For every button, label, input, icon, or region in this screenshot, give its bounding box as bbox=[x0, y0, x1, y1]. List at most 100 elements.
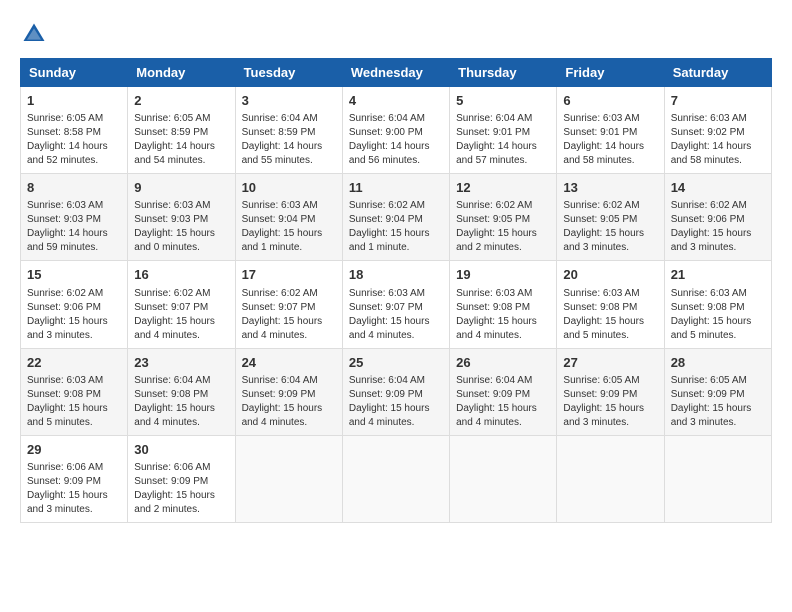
day-number: 22 bbox=[27, 354, 121, 372]
day-number: 12 bbox=[456, 179, 550, 197]
calendar-cell: 3 Sunrise: 6:04 AMSunset: 8:59 PMDaylight… bbox=[235, 87, 342, 174]
day-number: 16 bbox=[134, 266, 228, 284]
day-number: 17 bbox=[242, 266, 336, 284]
day-number: 1 bbox=[27, 92, 121, 110]
calendar-cell: 27 Sunrise: 6:05 AMSunset: 9:09 PMDayligh… bbox=[557, 348, 664, 435]
calendar-cell: 7 Sunrise: 6:03 AMSunset: 9:02 PMDaylight… bbox=[664, 87, 771, 174]
cell-info: Sunrise: 6:03 AMSunset: 9:02 PMDaylight:… bbox=[671, 113, 752, 166]
day-number: 23 bbox=[134, 354, 228, 372]
day-number: 2 bbox=[134, 92, 228, 110]
calendar-week-row: 1 Sunrise: 6:05 AMSunset: 8:58 PMDaylight… bbox=[21, 87, 772, 174]
day-number: 25 bbox=[349, 354, 443, 372]
calendar-cell: 20 Sunrise: 6:03 AMSunset: 9:08 PMDayligh… bbox=[557, 261, 664, 348]
day-number: 19 bbox=[456, 266, 550, 284]
day-number: 6 bbox=[563, 92, 657, 110]
calendar-cell: 8 Sunrise: 6:03 AMSunset: 9:03 PMDaylight… bbox=[21, 174, 128, 261]
calendar-cell: 15 Sunrise: 6:02 AMSunset: 9:06 PMDayligh… bbox=[21, 261, 128, 348]
day-of-week-header: Thursday bbox=[450, 59, 557, 87]
day-number: 4 bbox=[349, 92, 443, 110]
calendar-cell: 13Sunrise: 6:02 AMSunset: 9:05 PMDayligh… bbox=[557, 174, 664, 261]
day-number: 10 bbox=[242, 179, 336, 197]
cell-info: Sunrise: 6:04 AMSunset: 9:09 PMDaylight:… bbox=[349, 375, 430, 428]
day-number: 9 bbox=[134, 179, 228, 197]
day-number: 14 bbox=[671, 179, 765, 197]
day-of-week-header: Monday bbox=[128, 59, 235, 87]
day-number: 29 bbox=[27, 441, 121, 459]
calendar-cell: 26 Sunrise: 6:04 AMSunset: 9:09 PMDayligh… bbox=[450, 348, 557, 435]
day-number: 3 bbox=[242, 92, 336, 110]
calendar-header-row: SundayMondayTuesdayWednesdayThursdayFrid… bbox=[21, 59, 772, 87]
day-number: 27 bbox=[563, 354, 657, 372]
cell-info: Sunrise: 6:04 AMSunset: 9:09 PMDaylight:… bbox=[456, 375, 537, 428]
calendar-cell: 17 Sunrise: 6:02 AMSunset: 9:07 PMDayligh… bbox=[235, 261, 342, 348]
calendar-cell: 12 Sunrise: 6:02 AMSunset: 9:05 PMDayligh… bbox=[450, 174, 557, 261]
day-number: 13 bbox=[563, 179, 657, 197]
cell-info: Sunrise: 6:03 AMSunset: 9:08 PMDaylight:… bbox=[671, 288, 752, 341]
calendar-week-row: 15 Sunrise: 6:02 AMSunset: 9:06 PMDayligh… bbox=[21, 261, 772, 348]
cell-info: Sunrise: 6:02 AMSunset: 9:04 PMDaylight:… bbox=[349, 200, 430, 253]
cell-info: Sunrise: 6:04 AMSunset: 8:59 PMDaylight:… bbox=[242, 113, 323, 166]
cell-info: Sunrise: 6:05 AMSunset: 9:09 PMDaylight:… bbox=[563, 375, 644, 428]
day-number: 18 bbox=[349, 266, 443, 284]
calendar-cell: 21Sunrise: 6:03 AMSunset: 9:08 PMDayligh… bbox=[664, 261, 771, 348]
calendar-cell: 24Sunrise: 6:04 AMSunset: 9:09 PMDayligh… bbox=[235, 348, 342, 435]
cell-info: Sunrise: 6:03 AMSunset: 9:07 PMDaylight:… bbox=[349, 288, 430, 341]
day-number: 7 bbox=[671, 92, 765, 110]
cell-info: Sunrise: 6:03 AMSunset: 9:03 PMDaylight:… bbox=[27, 200, 108, 253]
cell-info: Sunrise: 6:02 AMSunset: 9:06 PMDaylight:… bbox=[27, 288, 108, 341]
cell-info: Sunrise: 6:03 AMSunset: 9:04 PMDaylight:… bbox=[242, 200, 323, 253]
calendar-cell: 16Sunrise: 6:02 AMSunset: 9:07 PMDayligh… bbox=[128, 261, 235, 348]
calendar-cell: 2 Sunrise: 6:05 AMSunset: 8:59 PMDaylight… bbox=[128, 87, 235, 174]
cell-info: Sunrise: 6:04 AMSunset: 9:00 PMDaylight:… bbox=[349, 113, 430, 166]
calendar-cell bbox=[450, 435, 557, 522]
cell-info: Sunrise: 6:04 AMSunset: 9:08 PMDaylight:… bbox=[134, 375, 215, 428]
calendar-cell: 18 Sunrise: 6:03 AMSunset: 9:07 PMDayligh… bbox=[342, 261, 449, 348]
calendar-cell: 4 Sunrise: 6:04 AMSunset: 9:00 PMDaylight… bbox=[342, 87, 449, 174]
calendar-cell: 28 Sunrise: 6:05 AMSunset: 9:09 PMDayligh… bbox=[664, 348, 771, 435]
cell-info: Sunrise: 6:02 AMSunset: 9:05 PMDaylight:… bbox=[456, 200, 537, 253]
day-number: 11 bbox=[349, 179, 443, 197]
calendar-cell: 14Sunrise: 6:02 AMSunset: 9:06 PMDayligh… bbox=[664, 174, 771, 261]
day-number: 20 bbox=[563, 266, 657, 284]
day-number: 30 bbox=[134, 441, 228, 459]
calendar-cell: 6 Sunrise: 6:03 AMSunset: 9:01 PMDaylight… bbox=[557, 87, 664, 174]
calendar-cell: 22Sunrise: 6:03 AMSunset: 9:08 PMDayligh… bbox=[21, 348, 128, 435]
calendar-cell: 1 Sunrise: 6:05 AMSunset: 8:58 PMDaylight… bbox=[21, 87, 128, 174]
calendar-cell: 25 Sunrise: 6:04 AMSunset: 9:09 PMDayligh… bbox=[342, 348, 449, 435]
calendar-cell bbox=[235, 435, 342, 522]
day-of-week-header: Saturday bbox=[664, 59, 771, 87]
cell-info: Sunrise: 6:03 AMSunset: 9:01 PMDaylight:… bbox=[563, 113, 644, 166]
calendar-cell: 11 Sunrise: 6:02 AMSunset: 9:04 PMDayligh… bbox=[342, 174, 449, 261]
cell-info: Sunrise: 6:05 AMSunset: 9:09 PMDaylight:… bbox=[671, 375, 752, 428]
day-number: 26 bbox=[456, 354, 550, 372]
cell-info: Sunrise: 6:03 AMSunset: 9:03 PMDaylight:… bbox=[134, 200, 215, 253]
day-of-week-header: Sunday bbox=[21, 59, 128, 87]
calendar-cell: 9 Sunrise: 6:03 AMSunset: 9:03 PMDaylight… bbox=[128, 174, 235, 261]
calendar-cell: 30 Sunrise: 6:06 AMSunset: 9:09 PMDayligh… bbox=[128, 435, 235, 522]
calendar-cell: 19 Sunrise: 6:03 AMSunset: 9:08 PMDayligh… bbox=[450, 261, 557, 348]
calendar-week-row: 29 Sunrise: 6:06 AMSunset: 9:09 PMDayligh… bbox=[21, 435, 772, 522]
page-header bbox=[20, 20, 772, 48]
day-number: 28 bbox=[671, 354, 765, 372]
calendar-cell bbox=[342, 435, 449, 522]
cell-info: Sunrise: 6:03 AMSunset: 9:08 PMDaylight:… bbox=[456, 288, 537, 341]
cell-info: Sunrise: 6:03 AMSunset: 9:08 PMDaylight:… bbox=[563, 288, 644, 341]
calendar-cell bbox=[664, 435, 771, 522]
calendar-cell: 5Sunrise: 6:04 AMSunset: 9:01 PMDaylight… bbox=[450, 87, 557, 174]
day-number: 15 bbox=[27, 266, 121, 284]
day-number: 8 bbox=[27, 179, 121, 197]
logo-icon bbox=[20, 20, 48, 48]
calendar-table: SundayMondayTuesdayWednesdayThursdayFrid… bbox=[20, 58, 772, 523]
calendar-cell bbox=[557, 435, 664, 522]
cell-info: Sunrise: 6:06 AMSunset: 9:09 PMDaylight:… bbox=[27, 462, 108, 515]
day-of-week-header: Friday bbox=[557, 59, 664, 87]
calendar-cell: 29 Sunrise: 6:06 AMSunset: 9:09 PMDayligh… bbox=[21, 435, 128, 522]
cell-info: Sunrise: 6:05 AMSunset: 8:59 PMDaylight:… bbox=[134, 113, 215, 166]
cell-info: Sunrise: 6:02 AMSunset: 9:07 PMDaylight:… bbox=[242, 288, 323, 341]
cell-info: Sunrise: 6:04 AMSunset: 9:09 PMDaylight:… bbox=[242, 375, 323, 428]
day-of-week-header: Wednesday bbox=[342, 59, 449, 87]
day-of-week-header: Tuesday bbox=[235, 59, 342, 87]
cell-info: Sunrise: 6:06 AMSunset: 9:09 PMDaylight:… bbox=[134, 462, 215, 515]
cell-info: Sunrise: 6:04 AMSunset: 9:01 PMDaylight:… bbox=[456, 113, 537, 166]
cell-info: Sunrise: 6:05 AMSunset: 8:58 PMDaylight:… bbox=[27, 113, 108, 166]
